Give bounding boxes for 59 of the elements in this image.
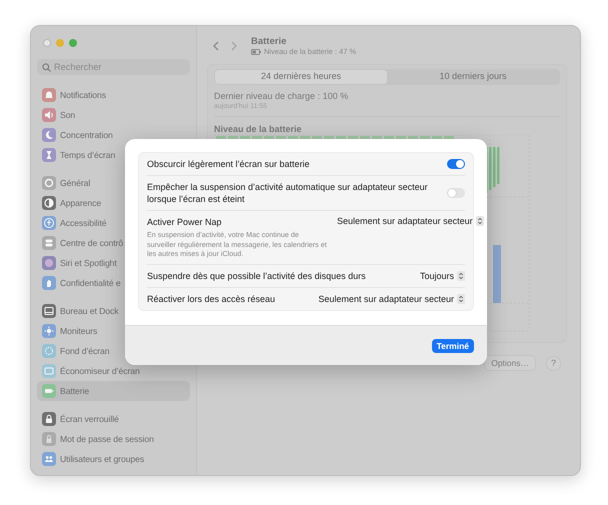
orb-icon: [42, 256, 56, 270]
battery-icon: [42, 384, 56, 398]
sidebar-item[interactable]: Fond d’écran: [37, 341, 190, 361]
popup-value[interactable]: Seulement sur adaptateur secteur: [318, 294, 454, 304]
stepper-icon[interactable]: [457, 270, 465, 280]
sidebar-item[interactable]: Utilisateurs et groupes: [37, 449, 190, 469]
sidebar-item[interactable]: Son: [37, 105, 190, 125]
minimize-button[interactable]: [56, 39, 64, 47]
stepper-icon[interactable]: [476, 216, 484, 226]
speaker-icon: [42, 108, 56, 122]
chart-title: Niveau de la batterie: [214, 124, 303, 134]
sidebar-item[interactable]: Notifications: [37, 85, 190, 105]
toggle-switch[interactable]: [447, 188, 465, 198]
chart-bar: [493, 245, 501, 303]
sidebar-item[interactable]: Moniteurs: [37, 321, 190, 341]
gear-icon: [42, 176, 56, 190]
people-icon: [42, 452, 56, 466]
sun-icon: [42, 324, 56, 338]
help-button[interactable]: ?: [546, 356, 561, 370]
sidebar-item[interactable]: Économiseur d’écran: [37, 361, 190, 381]
stepper-icon[interactable]: [457, 294, 465, 304]
sidebar-item[interactable]: Concentration: [37, 125, 190, 145]
back-button[interactable]: [213, 41, 219, 51]
segment-tab[interactable]: 10 derniers jours: [387, 70, 559, 84]
options-button[interactable]: Options…: [484, 355, 536, 371]
toggle-switch[interactable]: [447, 159, 465, 169]
search-field[interactable]: Rechercher: [37, 59, 190, 75]
zoom-button[interactable]: [69, 39, 77, 47]
close-button[interactable]: [43, 39, 51, 47]
accessibility-icon: [42, 216, 56, 230]
sidebar-item[interactable]: Mot de passe de session: [37, 429, 190, 449]
last-charge-text: Dernier niveau de charge : 100 %: [214, 91, 350, 101]
sidebar-item[interactable]: Écran verrouillé: [37, 409, 190, 429]
forward-button[interactable]: [231, 41, 237, 51]
chart-bar: [497, 147, 500, 184]
bell-icon: [42, 88, 56, 102]
popup-value[interactable]: Toujours: [420, 270, 454, 280]
battery-icon: [251, 48, 261, 54]
popup-value[interactable]: Seulement sur adaptateur secteur: [337, 216, 473, 226]
lock-icon: [42, 432, 56, 446]
dock-icon: [42, 304, 56, 318]
moon-icon: [42, 128, 56, 142]
done-button[interactable]: Terminé: [432, 338, 474, 352]
screen-icon: [42, 364, 56, 378]
contrast-icon: [42, 196, 56, 210]
page-title: Batterie: [251, 36, 288, 47]
toggles-icon: [42, 236, 56, 250]
setting-label: Réactiver lors des accès réseau: [147, 292, 276, 304]
segment-tab[interactable]: 24 dernières heures: [215, 70, 387, 84]
hourglass-icon: [42, 148, 56, 162]
setting-label: Empêcher la suspension d’activité automatique sur adaptateur secteur lorsque l’écran est éteint: [147, 181, 429, 205]
chart-bar: [493, 147, 496, 187]
lock-icon: [42, 412, 56, 426]
setting-label: Obscurcir légèrement l’écran sur batterie: [147, 158, 310, 170]
setting-label: Suspendre dès que possible l’activité des disques durs: [147, 270, 366, 282]
search-icon: [42, 62, 51, 72]
setting-label: Activer Power Nap: [147, 216, 223, 228]
chart-bar: [489, 147, 492, 190]
sidebar-item[interactable]: Batterie: [37, 381, 190, 401]
